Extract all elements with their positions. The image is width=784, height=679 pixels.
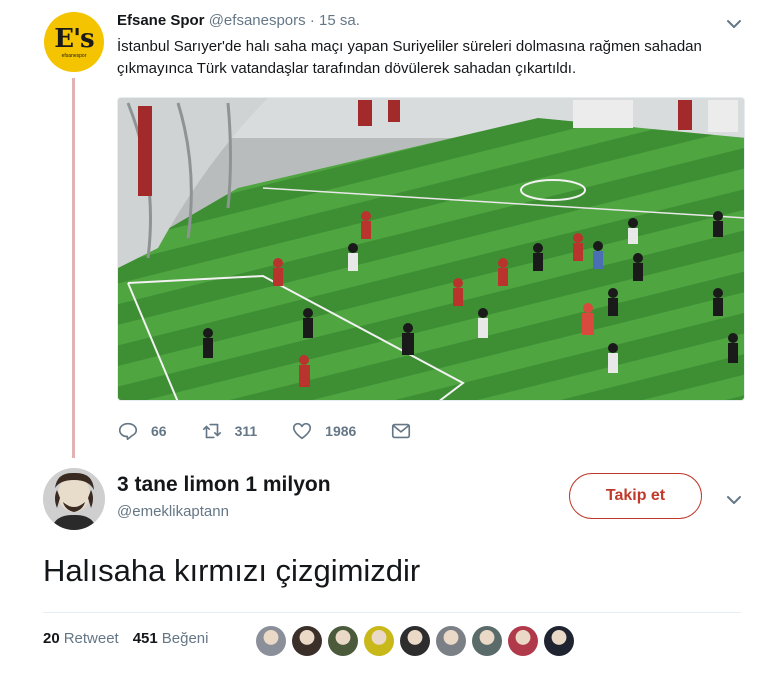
retweet-count: 311 bbox=[234, 423, 258, 439]
avatar-logo-subtext: efsanespor bbox=[61, 52, 87, 59]
retweet-stat-count: 20 bbox=[43, 630, 60, 647]
liker-avatar[interactable] bbox=[436, 626, 466, 656]
liker-avatar[interactable] bbox=[256, 626, 286, 656]
reply-icon bbox=[118, 422, 138, 441]
chevron-down-icon[interactable] bbox=[724, 14, 744, 34]
like-count: 1986 bbox=[325, 423, 357, 439]
parent-tweet[interactable]: E's efsanespor Efsane Spor @efsanespors … bbox=[0, 0, 784, 460]
reply-action[interactable]: 66 bbox=[117, 420, 167, 442]
follow-button[interactable]: Takip et bbox=[569, 473, 702, 519]
liker-avatar[interactable] bbox=[400, 626, 430, 656]
like-stat[interactable]: 451 Beğeni bbox=[133, 630, 209, 647]
envelope-icon bbox=[392, 423, 411, 439]
parent-tweet-actions: 66 311 1986 bbox=[117, 418, 458, 444]
efsane-spor-avatar[interactable]: E's efsanespor bbox=[44, 12, 104, 72]
liker-avatar[interactable] bbox=[508, 626, 538, 656]
liker-avatar[interactable] bbox=[328, 626, 358, 656]
tweet-media[interactable] bbox=[117, 97, 745, 401]
header-separator: · bbox=[309, 12, 315, 29]
user-avatar[interactable] bbox=[43, 468, 105, 530]
retweet-action[interactable]: 311 bbox=[201, 420, 258, 442]
like-stat-count: 451 bbox=[132, 630, 158, 647]
avatar-logo-text: E's bbox=[54, 23, 94, 54]
user-display-name[interactable]: 3 tane limon 1 milyon bbox=[117, 473, 331, 497]
retweet-stat-label: Retweet bbox=[63, 630, 119, 647]
parent-tweet-header: Efsane Spor @efsanespors · 15 sa. bbox=[117, 12, 360, 29]
retweet-stat[interactable]: 20 Retweet bbox=[43, 630, 119, 647]
like-action[interactable]: 1986 bbox=[291, 420, 356, 442]
liker-avatars bbox=[256, 626, 580, 656]
liker-avatar[interactable] bbox=[292, 626, 322, 656]
thread-connector-line bbox=[72, 78, 75, 458]
liker-avatar[interactable] bbox=[364, 626, 394, 656]
tweet-text: Halısaha kırmızı çizgimizdir bbox=[43, 553, 421, 588]
parent-tweet-text: İstanbul Sarıyer'de halı saha maçı yapan… bbox=[117, 38, 702, 77]
football-field-image bbox=[118, 98, 744, 400]
direct-message-action[interactable] bbox=[390, 420, 424, 442]
chevron-down-icon[interactable] bbox=[724, 490, 744, 510]
liker-avatar[interactable] bbox=[472, 626, 502, 656]
like-stat-label: Beğeni bbox=[161, 630, 209, 647]
user-handle[interactable]: @emeklikaptann bbox=[117, 503, 229, 520]
parent-display-name[interactable]: Efsane Spor bbox=[117, 12, 205, 29]
parent-timestamp[interactable]: 15 sa. bbox=[319, 12, 360, 29]
divider bbox=[43, 612, 741, 613]
liker-avatar[interactable] bbox=[544, 626, 574, 656]
tweet-stats: 20 Retweet 451 Beğeni bbox=[43, 630, 222, 647]
reply-count: 66 bbox=[151, 423, 167, 439]
retweet-icon bbox=[202, 423, 221, 439]
parent-handle[interactable]: @efsanespors bbox=[209, 12, 306, 29]
heart-icon bbox=[293, 422, 312, 440]
